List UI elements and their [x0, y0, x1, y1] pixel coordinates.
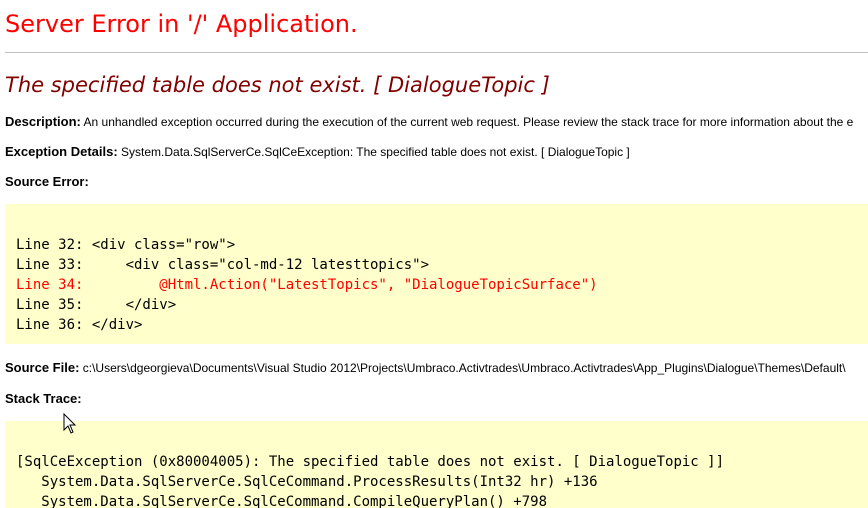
- stack-trace-line: System.Data.SqlServerCe.SqlCeCommand.Com…: [16, 494, 548, 508]
- title-divider: [5, 52, 868, 53]
- stack-trace-row: Stack Trace:: [5, 391, 82, 407]
- source-error-code-box: Line 32: <div class="row"> Line 33: <div…: [5, 204, 868, 344]
- description-text: An unhandled exception occurred during t…: [83, 115, 854, 129]
- description-row: Description: An unhandled exception occu…: [5, 114, 853, 130]
- source-error-label: Source Error:: [5, 174, 89, 189]
- stack-trace-line: System.Data.SqlServerCe.SqlCeCommand.Pro…: [16, 474, 598, 490]
- source-line: Line 36: </div>: [16, 317, 143, 333]
- description-label: Description:: [5, 114, 81, 129]
- exception-details-label: Exception Details:: [5, 144, 118, 159]
- source-line: Line 32: <div class="row">: [16, 237, 236, 253]
- stack-trace-line: [SqlCeException (0x80004005): The specif…: [16, 454, 725, 470]
- error-message: The specified table does not exist. [ Di…: [5, 73, 550, 97]
- source-file-label: Source File:: [5, 360, 80, 375]
- source-error-row: Source Error:: [5, 174, 89, 190]
- source-file-row: Source File: c:\Users\dgeorgieva\Documen…: [5, 360, 846, 376]
- exception-details-text: System.Data.SqlServerCe.SqlCeException: …: [121, 145, 630, 159]
- source-line: Line 33: <div class="col-md-12 latesttop…: [16, 257, 430, 273]
- source-line: Line 35: </div>: [16, 297, 177, 313]
- page-title: Server Error in '/' Application.: [5, 10, 358, 38]
- exception-details-row: Exception Details: System.Data.SqlServer…: [5, 144, 630, 160]
- mouse-pointer-icon: [63, 413, 77, 434]
- stack-trace-label: Stack Trace:: [5, 391, 82, 406]
- stack-trace-code-box: [SqlCeException (0x80004005): The specif…: [5, 421, 868, 508]
- source-file-path: c:\Users\dgeorgieva\Documents\Visual Stu…: [82, 361, 846, 375]
- source-line-highlighted: Line 34: @Html.Action("LatestTopics", "D…: [16, 277, 598, 293]
